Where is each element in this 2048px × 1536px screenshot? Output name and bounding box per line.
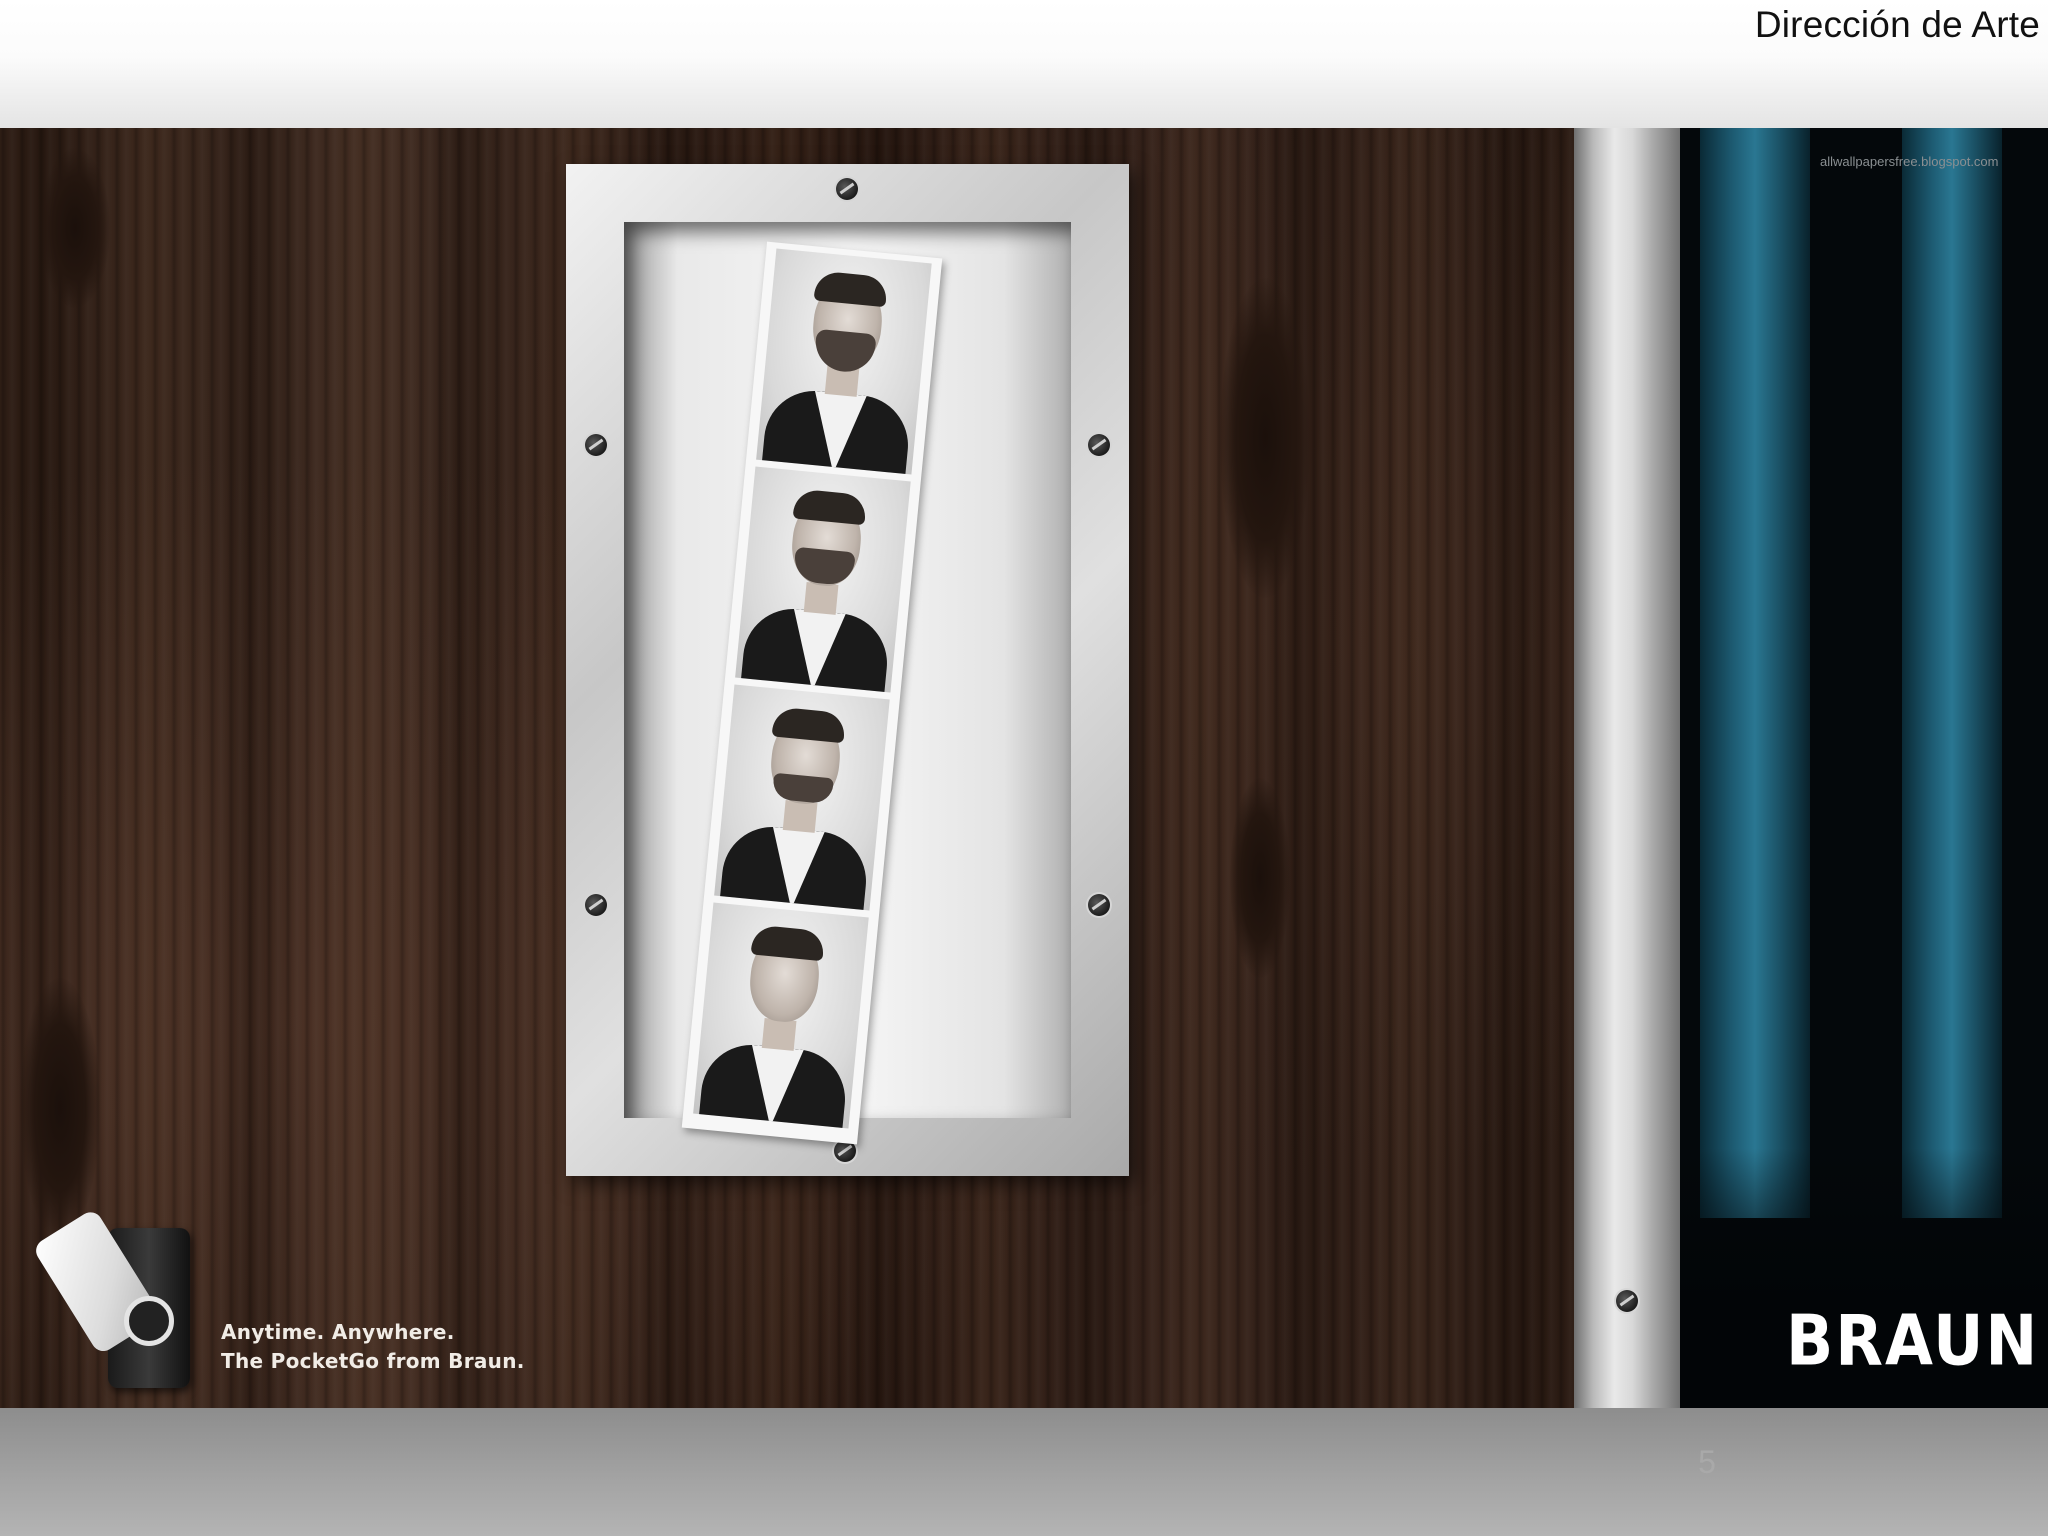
screw-icon — [585, 434, 607, 456]
slide-number: 5 — [1698, 1444, 1716, 1480]
wood-knot — [1220, 278, 1310, 598]
curtain-stripe — [1902, 128, 2002, 1218]
photo-booth-frame — [566, 164, 1129, 1176]
screw-icon — [1088, 434, 1110, 456]
portrait-photo — [714, 684, 890, 911]
photo-strip — [681, 241, 943, 1145]
wood-knot — [1230, 778, 1290, 978]
portrait-photo — [756, 248, 932, 475]
tagline-line-2: The PocketGo from Braun. — [221, 1349, 525, 1373]
advertisement-image: allwallpapersfree.blogspot.com Anytime. … — [0, 128, 2048, 1408]
pocketgo-shaver-product — [31, 1198, 200, 1388]
curtain-area — [1680, 128, 2048, 1408]
screw-icon — [1088, 894, 1110, 916]
shaver-ring — [124, 1296, 174, 1346]
portrait-photo — [693, 902, 869, 1129]
ad-tagline: Anytime. Anywhere. The PocketGo from Bra… — [221, 1318, 525, 1376]
screw-icon — [1616, 1290, 1638, 1312]
curtain-stripe — [1700, 128, 1810, 1218]
tagline-line-1: Anytime. Anywhere. — [221, 1320, 455, 1344]
slide-header — [0, 0, 2048, 128]
slide-footer — [0, 1408, 2048, 1536]
braun-logo: BRAUN — [1786, 1299, 2040, 1382]
screw-icon — [836, 178, 858, 200]
metal-post — [1574, 128, 1680, 1408]
portrait-photo — [735, 466, 911, 693]
photo-booth-slot — [624, 222, 1071, 1145]
screw-icon — [585, 894, 607, 916]
wood-knot — [40, 148, 110, 308]
watermark-text: allwallpapersfree.blogspot.com — [1820, 154, 1999, 169]
slide-title: Dirección de Arte — [1754, 4, 2040, 45]
